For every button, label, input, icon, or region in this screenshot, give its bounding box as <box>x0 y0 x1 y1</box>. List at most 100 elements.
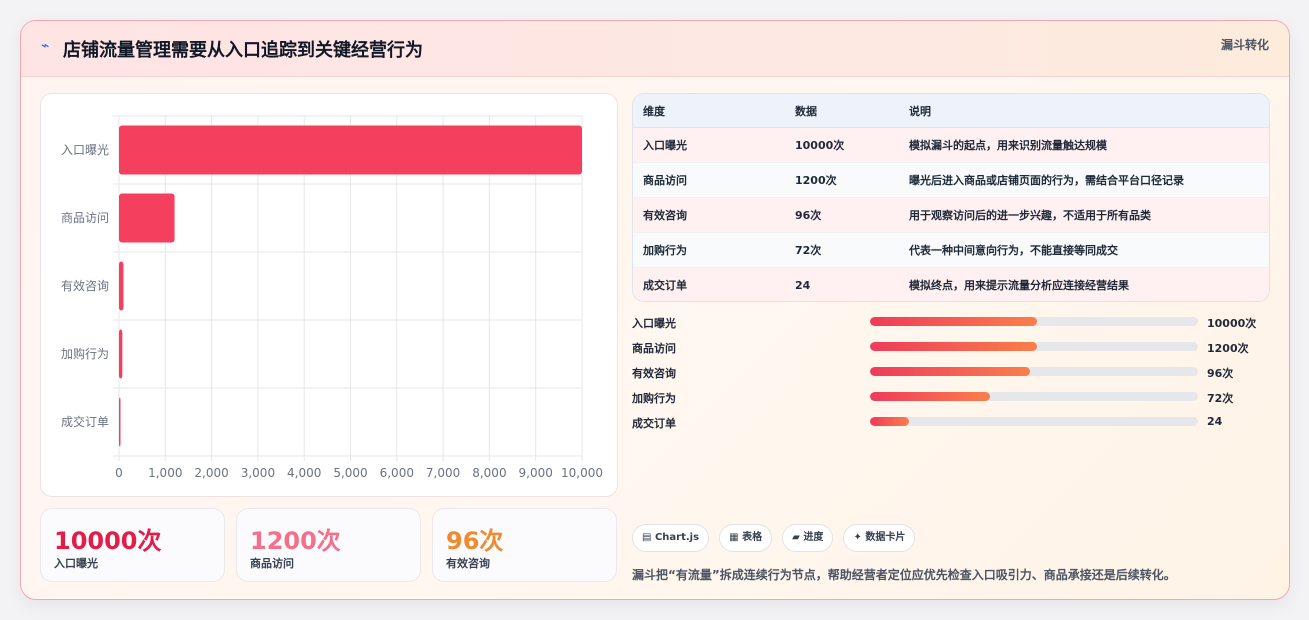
table-row: 加购行为 72次 代表一种中间意向行为，不能直接等同成交 <box>633 232 1269 268</box>
table-cell: 商品访问 <box>633 162 785 198</box>
table-row: 成交订单 24 模拟终点，用来提示流量分析应连接经营结果 <box>633 267 1269 301</box>
card-header: ⌁ 店铺流量管理需要从入口追踪到关键经营行为 漏斗转化 <box>21 21 1289 77</box>
funnel-card: ⌁ 店铺流量管理需要从入口追踪到关键经营行为 漏斗转化 0 1,000 2,000 3… <box>20 20 1290 600</box>
progress-row: 商品访问 1200次 <box>632 338 1272 363</box>
x-tick-label: 1,000 <box>148 466 182 480</box>
table-cell: 1200次 <box>785 162 899 198</box>
chip-table[interactable]: ▦ 表格 <box>719 524 773 552</box>
table-cell: 用于观察访问后的进一步兴趣，不适用于所有品类 <box>899 197 1269 233</box>
progress-label: 有效咨询 <box>632 367 676 380</box>
progress-label: 成交订单 <box>632 417 676 430</box>
progress-track <box>870 317 1198 326</box>
y-tick-label: 加购行为 <box>61 346 109 361</box>
table-cell: 代表一种中间意向行为，不能直接等同成交 <box>899 232 1269 268</box>
lightning-icon: ⌁ <box>41 38 50 54</box>
progress-value: 72次 <box>1207 392 1234 405</box>
table-icon: ▦ <box>729 532 739 543</box>
y-tick-label: 有效咨询 <box>61 278 109 293</box>
progress-track <box>870 367 1198 376</box>
chip-chartjs[interactable]: ▤ Chart.js <box>632 524 710 552</box>
progress-value: 24 <box>1207 415 1223 428</box>
table-cell: 模拟终点，用来提示流量分析应连接经营结果 <box>899 267 1269 301</box>
kpi-card: 1200次 商品访问 <box>236 508 421 582</box>
table-cell: 10000次 <box>785 127 899 163</box>
progress-value: 96次 <box>1207 367 1234 380</box>
x-tick-label: 9,000 <box>519 466 553 480</box>
chip-label: 进度 <box>803 532 824 543</box>
y-tick-label: 成交订单 <box>61 414 109 429</box>
header-badge: 漏斗转化 <box>1220 38 1269 52</box>
y-tick-label: 商品访问 <box>61 210 109 225</box>
x-tick-label: 8,000 <box>472 466 506 480</box>
chip-data-cards[interactable]: ✦ 数据卡片 <box>843 524 916 552</box>
progress-row: 有效咨询 96次 <box>632 363 1272 388</box>
table-cell: 有效咨询 <box>633 197 785 233</box>
kpi-card: 10000次 入口曝光 <box>40 508 225 582</box>
chip-progress[interactable]: ▰ 进度 <box>782 524 834 552</box>
tag-chips: ▤ Chart.js ▦ 表格 ▰ 进度 ✦ 数据卡片 <box>632 524 920 552</box>
bar <box>119 125 582 175</box>
bar <box>119 261 124 311</box>
progress-label: 入口曝光 <box>632 317 676 330</box>
progress-list: 入口曝光 10000次 商品访问 1200次 有效咨询 96次 加购行为 72次… <box>632 313 1272 438</box>
table-cell: 96次 <box>785 197 899 233</box>
page-title: 店铺流量管理需要从入口追踪到关键经营行为 <box>63 40 423 61</box>
bar <box>119 397 121 447</box>
x-tick-label: 6,000 <box>380 466 414 480</box>
kpi-value: 96次 <box>446 527 504 555</box>
table-row: 有效咨询 96次 用于观察访问后的进一步兴趣，不适用于所有品类 <box>633 197 1269 233</box>
kpi-label: 入口曝光 <box>54 557 98 570</box>
x-tick-label: 10,000 <box>561 466 603 480</box>
table-row: 入口曝光 10000次 模拟漏斗的起点，用来识别流量触达规模 <box>633 127 1269 163</box>
table-cell: 加购行为 <box>633 232 785 268</box>
progress-row: 成交订单 24 <box>632 413 1272 438</box>
sparkle-icon: ✦ <box>853 532 862 543</box>
table-cell: 24 <box>785 267 899 301</box>
x-tick-label: 4,000 <box>287 466 321 480</box>
x-tick-label: 7,000 <box>426 466 460 480</box>
progress-label: 加购行为 <box>632 392 676 405</box>
progress-fill <box>870 342 1037 351</box>
table-cell: 72次 <box>785 232 899 268</box>
bar <box>119 329 123 379</box>
progress-value: 1200次 <box>1207 342 1249 355</box>
progress-fill <box>870 392 990 401</box>
bar-chart: 0 1,000 2,000 3,000 4,000 5,000 6,000 7,000 8,00… <box>61 115 603 480</box>
table-header: 说明 <box>899 94 1269 128</box>
chip-label: 表格 <box>742 532 763 543</box>
chip-label: 数据卡片 <box>865 532 906 543</box>
kpi-value: 10000次 <box>54 527 162 555</box>
progress-icon: ▰ <box>792 532 800 543</box>
progress-track <box>870 417 1198 426</box>
table-row: 商品访问 1200次 曝光后进入商品或店铺页面的行为，需结合平台口径记录 <box>633 162 1269 198</box>
table-cell: 模拟漏斗的起点，用来识别流量触达规模 <box>899 127 1269 163</box>
table-cell: 入口曝光 <box>633 127 785 163</box>
progress-track <box>870 342 1198 351</box>
y-tick-label: 入口曝光 <box>61 143 109 157</box>
progress-row: 加购行为 72次 <box>632 388 1272 413</box>
footer-note: 漏斗把“有流量”拆成连续行为节点，帮助经营者定位应优先检查入口吸引力、商品承接还… <box>632 568 1176 582</box>
kpi-label: 商品访问 <box>250 557 294 570</box>
x-tick-label: 3,000 <box>241 466 275 480</box>
kpi-card: 96次 有效咨询 <box>432 508 617 582</box>
x-tick-label: 0 <box>115 466 123 480</box>
progress-value: 10000次 <box>1207 317 1257 330</box>
progress-fill <box>870 317 1037 326</box>
kpi-label: 有效咨询 <box>446 557 490 570</box>
x-tick-label: 5,000 <box>333 466 367 480</box>
chip-label: Chart.js <box>654 532 700 543</box>
progress-fill <box>870 367 1030 376</box>
progress-row: 入口曝光 10000次 <box>632 313 1272 338</box>
table-cell: 成交订单 <box>633 267 785 301</box>
data-table: 维度 数据 说明 入口曝光 10000次 模拟漏斗的起点，用来识别流量触达规模 … <box>632 93 1270 302</box>
table-header-row: 维度 数据 说明 <box>633 94 1269 128</box>
x-tick-label: 2,000 <box>194 466 228 480</box>
bar <box>119 193 175 243</box>
progress-track <box>870 392 1198 401</box>
bar-chart-panel: 0 1,000 2,000 3,000 4,000 5,000 6,000 7,000 8,00… <box>40 93 618 497</box>
progress-label: 商品访问 <box>632 342 676 355</box>
table-header: 数据 <box>785 94 899 128</box>
table-cell: 曝光后进入商品或店铺页面的行为，需结合平台口径记录 <box>899 162 1269 198</box>
kpi-value: 1200次 <box>250 527 341 555</box>
chart-icon: ▤ <box>642 532 652 543</box>
